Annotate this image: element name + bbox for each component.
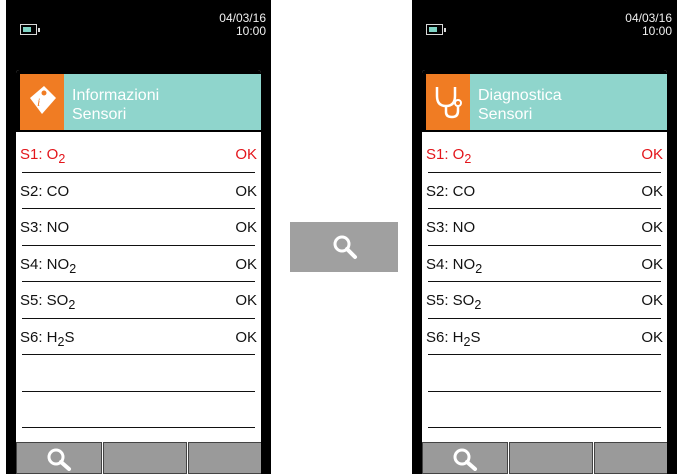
status-bar: 04/03/16 10:00	[412, 0, 677, 55]
sensor-list: S1: O2 OK S2: CO OK S3: NO OK S4: NO2 OK…	[16, 136, 261, 428]
sensor-row-s1[interactable]: S1: O2 OK	[16, 136, 261, 173]
magnifier-icon	[47, 448, 71, 471]
status-value: OK	[235, 292, 257, 309]
softkey-bar	[422, 442, 667, 474]
empty-row	[422, 392, 667, 429]
screen-panel: i Informazioni Sensori S1: O2 OK S2: CO …	[16, 70, 261, 474]
status-value: OK	[235, 255, 257, 273]
softkey-2-button[interactable]	[509, 442, 593, 474]
sensor-row-s6[interactable]: S6: H2S OK	[16, 319, 261, 356]
status-value: OK	[641, 146, 663, 163]
device-screen-diagnostics: 04/03/16 10:00 Diagnostica Sensori S1: O…	[412, 0, 677, 474]
datetime: 04/03/16 10:00	[219, 12, 266, 38]
time-text: 10:00	[235, 24, 266, 38]
magnifier-icon	[333, 235, 357, 259]
softkey-bar	[16, 442, 261, 474]
sensor-row-s2[interactable]: S2: CO OK	[16, 173, 261, 210]
info-tag-icon: i	[20, 74, 64, 130]
battery-icon	[426, 24, 446, 35]
time-text: 10:00	[641, 24, 672, 38]
status-value: OK	[641, 219, 663, 236]
softkey-3-button[interactable]	[594, 442, 667, 474]
device-screen-information: 04/03/16 10:00 i Informazioni Sensori S1…	[6, 0, 271, 474]
magnifier-icon	[453, 448, 477, 471]
status-value: OK	[641, 328, 663, 346]
page-title: Informazioni Sensori	[72, 87, 160, 123]
empty-row	[422, 355, 667, 392]
sensor-row-s6[interactable]: S6: H2S OK	[422, 319, 667, 356]
stethoscope-icon	[426, 74, 470, 130]
status-value: OK	[641, 292, 663, 309]
empty-row	[16, 392, 261, 429]
svg-text:i: i	[37, 95, 40, 109]
datetime: 04/03/16 10:00	[625, 12, 672, 38]
search-key-button[interactable]	[290, 222, 398, 272]
battery-icon	[20, 24, 40, 35]
sensor-row-s1[interactable]: S1: O2 OK	[422, 136, 667, 173]
status-value: OK	[641, 182, 663, 200]
status-value: OK	[235, 219, 257, 236]
status-bar: 04/03/16 10:00	[6, 0, 271, 55]
status-value: OK	[235, 328, 257, 346]
sensor-row-s5[interactable]: S5: SO2 OK	[16, 282, 261, 319]
sensor-row-s3[interactable]: S3: NO OK	[422, 209, 667, 246]
softkey-search-button[interactable]	[422, 442, 508, 474]
sensor-row-s4[interactable]: S4: NO2 OK	[422, 246, 667, 283]
screen-header: i Informazioni Sensori	[16, 70, 261, 132]
sensor-list: S1: O2 OK S2: CO OK S3: NO OK S4: NO2 OK…	[422, 136, 667, 428]
sensor-row-s5[interactable]: S5: SO2 OK	[422, 282, 667, 319]
empty-row	[16, 355, 261, 392]
softkey-2-button[interactable]	[103, 442, 187, 474]
status-value: OK	[641, 255, 663, 273]
screen-panel: Diagnostica Sensori S1: O2 OK S2: CO OK …	[422, 70, 667, 474]
status-value: OK	[235, 182, 257, 200]
sensor-row-s3[interactable]: S3: NO OK	[16, 209, 261, 246]
status-value: OK	[235, 146, 257, 163]
sensor-row-s4[interactable]: S4: NO2 OK	[16, 246, 261, 283]
softkey-3-button[interactable]	[188, 442, 261, 474]
page-title: Diagnostica Sensori	[478, 87, 562, 123]
softkey-search-button[interactable]	[16, 442, 102, 474]
sensor-row-s2[interactable]: S2: CO OK	[422, 173, 667, 210]
screen-header: Diagnostica Sensori	[422, 70, 667, 132]
